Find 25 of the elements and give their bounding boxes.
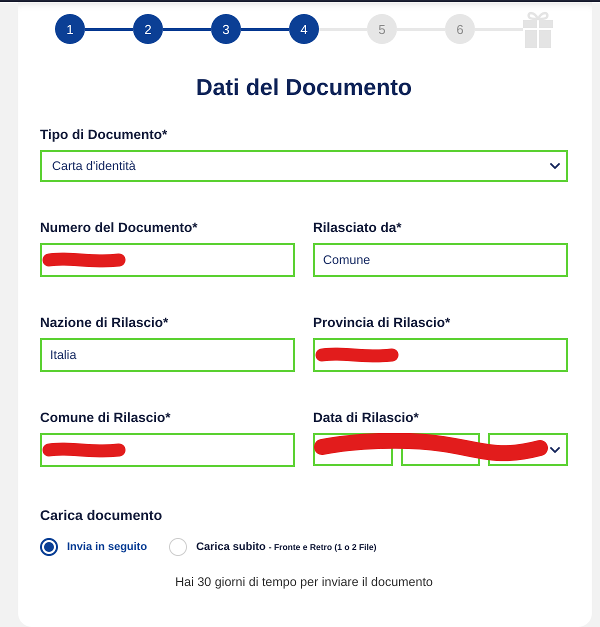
step-circle: 2	[133, 14, 163, 44]
step-circle: 4	[289, 14, 319, 44]
page-title: Dati del Documento	[195, 73, 413, 102]
field-label: Comune di Rilascio*	[40, 409, 172, 427]
field-label: Nazione di Rilascio*	[40, 314, 170, 332]
select-field[interactable]: Carta d'identità	[40, 150, 568, 182]
chevron-icon	[550, 446, 560, 452]
field-label: Data di Rilascio*	[313, 409, 420, 427]
field-label: Rilasciato da*	[313, 219, 403, 237]
radio-label[interactable]: Carica subito	[196, 541, 266, 553]
step-circle: 3	[211, 14, 241, 44]
step-circle: 6	[445, 14, 475, 44]
step-circle: 5	[367, 14, 397, 44]
radio-label[interactable]: Invia in seguito	[67, 541, 148, 553]
chevron-icon	[550, 163, 560, 169]
step-circle: 1	[55, 14, 85, 44]
info-text: Hai 30 giorni di tempo per inviare il documento	[174, 574, 434, 591]
input-field[interactable]: Italia	[40, 338, 295, 372]
field-label: Provincia di Rilascio*	[313, 314, 452, 332]
field-label: Numero del Documento*	[40, 219, 199, 237]
field-label: Tipo di Documento*	[40, 126, 168, 144]
radio-button[interactable]	[40, 538, 58, 556]
section-title: Carica documento	[40, 506, 164, 525]
input-field[interactable]: Comune	[313, 243, 568, 277]
option-hint: - Fronte e Retro (1 o 2 File)	[268, 542, 376, 552]
